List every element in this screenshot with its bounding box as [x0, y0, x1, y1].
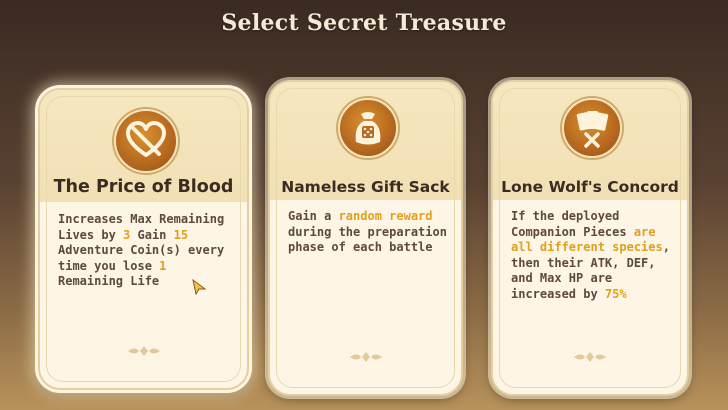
card-description: If the deployed Companion Pieces are all… — [511, 209, 673, 302]
card-name: Nameless Gift Sack — [281, 178, 450, 196]
card-ornament — [349, 352, 382, 362]
cursor-icon — [192, 279, 207, 295]
treasure-card-price-of-blood[interactable]: The Price of Blood Increases Max Remaini… — [38, 88, 249, 390]
card-ornament — [127, 346, 160, 356]
description-text: If the deployed Companion Pieces — [511, 209, 634, 239]
cards-cross-icon — [562, 98, 622, 158]
heart-crossed-icon — [113, 109, 178, 173]
description-text: Gain a — [288, 209, 339, 223]
card-ornament — [574, 352, 606, 362]
treasure-card-lone-wolfs-concord[interactable]: Lone Wolf's Concord If the deployed Comp… — [491, 80, 689, 396]
description-text: Remaining Life — [58, 274, 160, 288]
highlight-text: 15 — [173, 227, 189, 242]
treasure-card-nameless-gift-sack[interactable]: Nameless Gift Sack Gain a random reward … — [268, 80, 463, 396]
card-name: The Price of Blood — [53, 177, 234, 197]
card-description: Gain a random reward during the preparat… — [288, 209, 447, 256]
highlight-text: 75% — [604, 286, 627, 301]
gift-sack-dice-icon — [337, 98, 398, 158]
card-name: Lone Wolf's Concord — [501, 178, 679, 196]
screen-title: Select Secret Treasure — [221, 10, 507, 36]
description-text: Adventure Coin(s) every time you lose — [58, 243, 225, 273]
description-text: during the preparation phase of each bat… — [288, 224, 447, 255]
card-description: Increases Max Remaining Lives by 3 Gain … — [58, 212, 233, 290]
highlight-text: random reward — [338, 209, 433, 223]
description-text: Gain — [130, 227, 174, 242]
highlight-text: 1 — [159, 258, 167, 273]
